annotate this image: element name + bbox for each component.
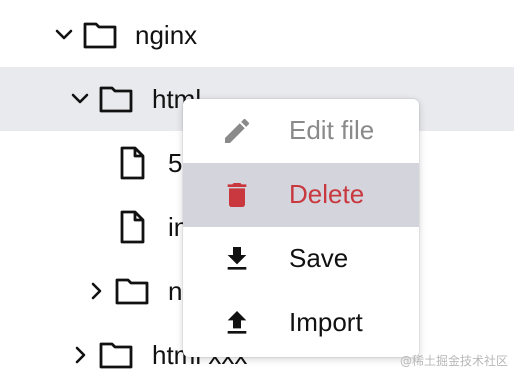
menu-item-label: Delete [289,179,365,209]
menu-item-save[interactable]: Save [183,227,419,291]
upload-icon [221,307,253,339]
menu-item-delete[interactable]: Delete [183,163,419,227]
tree-item-label: nginx [135,20,198,50]
folder-icon [98,81,134,117]
folder-icon [98,337,134,373]
tree-item-label: 5 [168,148,183,178]
folder-icon [82,17,118,53]
menu-item-import[interactable]: Import [183,291,419,355]
file-icon [114,145,150,181]
download-icon [221,243,253,275]
tree-row-nginx[interactable]: nginx [0,3,514,67]
file-icon [114,209,150,245]
chevron-right-icon[interactable] [84,279,108,303]
chevron-right-icon[interactable] [68,343,92,367]
menu-item-label: Import [289,307,363,337]
context-menu: Edit file Delete Save Import [183,99,419,357]
trash-icon [221,179,253,211]
pencil-icon [221,115,253,147]
folder-icon [114,273,150,309]
watermark: @稀土掘金技术社区 [399,354,508,368]
menu-item-edit-file[interactable]: Edit file [183,99,419,163]
chevron-down-icon[interactable] [52,23,76,47]
chevron-down-icon[interactable] [68,87,92,111]
tree-item-label: n [168,276,183,306]
menu-item-label: Save [289,243,349,273]
menu-item-label: Edit file [289,115,375,145]
